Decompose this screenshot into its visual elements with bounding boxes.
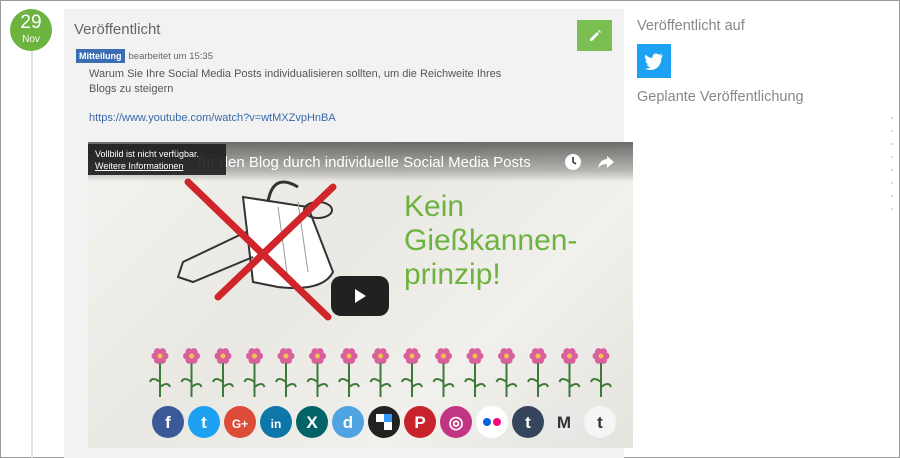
facebook-icon: f bbox=[152, 406, 184, 438]
post-status-title: Veröffentlicht bbox=[74, 21, 161, 38]
tumblr-icon: t bbox=[512, 406, 544, 438]
xing-icon: X bbox=[296, 406, 328, 438]
headline-line-1: Kein bbox=[404, 190, 465, 223]
scroll-mark bbox=[891, 156, 893, 158]
tagesspiegel-icon: t bbox=[584, 406, 616, 438]
twitter-icon: t bbox=[188, 406, 220, 438]
flower bbox=[275, 348, 297, 397]
svg-text:◎: ◎ bbox=[449, 413, 464, 432]
google-plus-icon: G+ bbox=[224, 406, 256, 438]
fullscreen-tooltip: Vollbild ist nicht verfügbar. Weitere In… bbox=[88, 144, 226, 175]
flower bbox=[149, 348, 171, 397]
flower bbox=[495, 348, 518, 397]
delicious-squares-icon bbox=[368, 406, 400, 438]
scroll-marks bbox=[891, 117, 893, 221]
pinterest-icon: P bbox=[404, 406, 436, 438]
headline-line-2: Gießkannen- bbox=[404, 224, 578, 257]
video-player[interactable]: Kein Gießkannen- prinzip! für den Blog d… bbox=[88, 142, 633, 448]
headline-line-3: prinzip! bbox=[404, 258, 501, 291]
flower-row bbox=[149, 348, 612, 397]
post-card: Veröffentlicht Mitteilung bearbeitet um … bbox=[64, 9, 633, 458]
svg-text:t: t bbox=[597, 413, 603, 432]
post-link[interactable]: https://www.youtube.com/watch?v=wtMXZvpH… bbox=[89, 112, 336, 124]
svg-text:d: d bbox=[343, 413, 353, 432]
published-on-heading: Veröffentlicht auf bbox=[637, 18, 745, 34]
instagram-icon: ◎ bbox=[440, 406, 472, 438]
more-info-link[interactable]: Weitere Informationen bbox=[95, 160, 219, 172]
flower bbox=[401, 348, 423, 397]
scroll-mark bbox=[891, 169, 893, 171]
linkedin-icon: in bbox=[260, 406, 292, 438]
svg-text:in: in bbox=[271, 417, 282, 431]
edit-button[interactable] bbox=[577, 20, 612, 51]
flower bbox=[369, 348, 392, 397]
flower bbox=[180, 348, 203, 397]
flower bbox=[306, 348, 329, 397]
share-icon[interactable] bbox=[596, 153, 616, 171]
watch-later-icon[interactable] bbox=[564, 153, 582, 171]
post-meta: Mitteilung bearbeitet um 15:35 bbox=[76, 49, 213, 63]
date-badge: 29 Nov bbox=[10, 9, 52, 51]
twitter-icon bbox=[644, 53, 663, 70]
timeline-line bbox=[31, 49, 33, 458]
video-title[interactable]: für den Blog durch individuelle Social M… bbox=[198, 154, 531, 171]
flower bbox=[338, 348, 360, 397]
flower bbox=[527, 348, 549, 397]
svg-text:X: X bbox=[306, 413, 318, 432]
scheduled-publication-heading: Geplante Veröffentlichung bbox=[637, 89, 804, 105]
scroll-mark bbox=[891, 208, 893, 210]
pencil-icon bbox=[589, 29, 601, 41]
svg-text:t: t bbox=[201, 413, 207, 432]
flower bbox=[558, 348, 581, 397]
scroll-mark bbox=[891, 195, 893, 197]
flower bbox=[212, 348, 234, 397]
video-headline: Kein Gießkannen- prinzip! bbox=[404, 190, 577, 292]
social-icon-row: f t G+ in Xd P ◎ t Mt bbox=[152, 406, 616, 438]
svg-text:G+: G+ bbox=[232, 417, 248, 431]
play-icon bbox=[355, 289, 366, 303]
scroll-mark bbox=[891, 117, 893, 119]
play-button[interactable] bbox=[331, 276, 389, 316]
delicious-icon: d bbox=[332, 406, 364, 438]
edited-timestamp: bearbeitet um 15:35 bbox=[128, 50, 214, 62]
svg-text:M: M bbox=[557, 413, 571, 432]
scroll-mark bbox=[891, 182, 893, 184]
flower bbox=[432, 348, 455, 397]
post-type-badge: Mitteilung bbox=[76, 49, 125, 63]
date-day: 29 bbox=[20, 12, 42, 33]
flower bbox=[464, 348, 486, 397]
scroll-mark bbox=[891, 130, 893, 132]
scroll-mark bbox=[891, 143, 893, 145]
date-month: Nov bbox=[22, 34, 40, 45]
flickr-icon bbox=[476, 406, 508, 438]
post-text: Warum Sie Ihre Social Media Posts indivi… bbox=[89, 68, 502, 95]
watering-can-illustration bbox=[176, 178, 337, 321]
flower bbox=[243, 348, 266, 397]
tooltip-text: Vollbild ist nicht verfügbar. bbox=[95, 149, 200, 159]
svg-text:t: t bbox=[525, 413, 531, 432]
twitter-channel-button[interactable] bbox=[637, 44, 671, 78]
flower bbox=[590, 348, 612, 397]
svg-text:f: f bbox=[165, 413, 171, 432]
svg-text:P: P bbox=[414, 413, 425, 432]
medium-icon: M bbox=[548, 406, 580, 438]
